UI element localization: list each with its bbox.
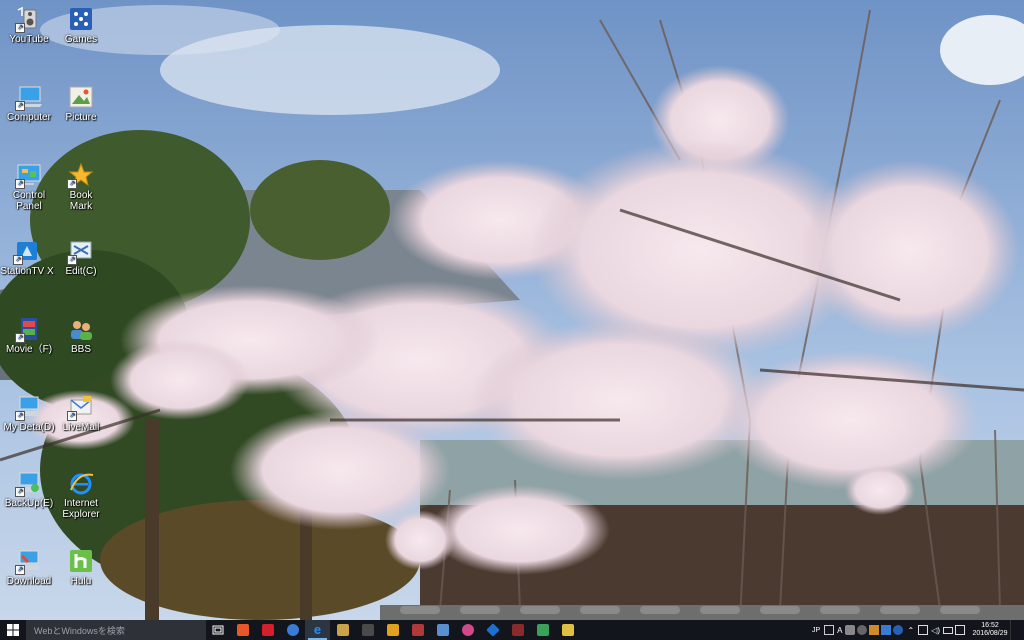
taskbar-app-10[interactable] [455, 620, 480, 640]
help-icon[interactable] [893, 625, 904, 635]
app-icon [536, 624, 549, 636]
edit-icon: ↗ [67, 238, 94, 265]
folder-icon [336, 624, 349, 636]
tray-app-icon[interactable] [881, 625, 892, 635]
star-icon: ↗ [67, 162, 94, 189]
globe-icon [286, 624, 299, 636]
app-icon [236, 624, 249, 636]
clock-time: 16:52 [981, 622, 999, 629]
language-indicator[interactable]: JP [812, 627, 820, 634]
system-tray: JP A ⌃ ◁) 16:52 2016/08/29 [809, 620, 1024, 640]
taskbar-app-13[interactable] [530, 620, 555, 640]
ime-indicator[interactable]: A [837, 626, 842, 635]
control-panel-icon: ↗ [15, 162, 42, 189]
app-icon [461, 624, 474, 636]
stationtv-icon: ↗ [13, 238, 40, 265]
games-icon [68, 6, 94, 32]
desktop-icon-games[interactable]: Games [52, 6, 110, 45]
desktop-icon-edit[interactable]: ↗ Edit(C) [52, 238, 110, 277]
show-desktop-button[interactable] [1010, 620, 1024, 640]
drive-icon: ↗ [15, 394, 42, 421]
clock[interactable]: 16:52 2016/08/29 [970, 622, 1010, 638]
taskbar-app-6[interactable] [355, 620, 380, 640]
desktop-icon-bookmark[interactable]: ↗ Book Mark [52, 162, 110, 212]
app-icon [436, 624, 449, 636]
network-icon[interactable] [918, 625, 929, 635]
volume-icon[interactable]: ◁) [931, 626, 940, 635]
ime-mode-icon[interactable] [845, 625, 856, 635]
media-icon [361, 624, 374, 636]
taskbar: WebとWindowsを検索 e JP A ⌃ ◁) 16:52 2016/08… [0, 620, 1024, 640]
desktop-icon-mydata[interactable]: ↗ My Deta(D) [0, 394, 58, 433]
ime-icon[interactable] [955, 625, 965, 635]
desktop-icon-bbs[interactable]: BBS [52, 316, 110, 355]
taskbar-app-9[interactable] [430, 620, 455, 640]
start-button[interactable] [0, 620, 26, 640]
battery-icon[interactable] [943, 626, 953, 634]
app-icon [485, 623, 500, 637]
speaker-icon: ↗ [15, 6, 42, 33]
folder-icon [561, 624, 574, 636]
people-icon [68, 316, 94, 342]
desktop-icon-picture[interactable]: Picture [52, 84, 110, 123]
picture-icon [68, 84, 94, 110]
desktop-icon-hulu[interactable]: Hulu [52, 548, 110, 587]
backup-icon: ↗ [15, 470, 42, 497]
ie-icon: e [313, 622, 322, 637]
taskbar-app-5[interactable] [330, 620, 355, 640]
mail-icon: ↗ [67, 394, 94, 421]
chevron-up-icon[interactable]: ⌃ [907, 626, 914, 635]
desktop-icon-stationtv[interactable]: ↗ StationTV X [0, 238, 56, 277]
search-placeholder: WebとWindowsを検索 [34, 625, 125, 636]
desktop-icon-download[interactable]: ↗ Download [0, 548, 58, 587]
taskbar-app-8[interactable] [405, 620, 430, 640]
taskbar-app-1[interactable] [230, 620, 255, 640]
desktop-icon-control-panel[interactable]: ↗ Control Panel [0, 162, 58, 212]
ie-icon [68, 470, 94, 496]
task-view-icon [212, 625, 224, 635]
desktop-icon-computer[interactable]: ↗ Computer [0, 84, 58, 123]
taskbar-app-11[interactable] [480, 620, 505, 640]
tray-app-icon[interactable] [869, 625, 880, 635]
desktop-wallpaper [0, 0, 1024, 620]
computer-icon: ↗ [15, 84, 42, 111]
keyboard-icon[interactable] [824, 625, 835, 635]
task-view-button[interactable] [206, 620, 230, 640]
windows-logo-icon [7, 624, 19, 636]
desktop-icon-movie[interactable]: ↗ Movie（F) [0, 316, 58, 355]
taskbar-app-2[interactable] [255, 620, 280, 640]
desktop-icon-youtube[interactable]: ↗ YouTube [0, 6, 58, 45]
desktop-icon-internet-explorer[interactable]: Internet Explorer [52, 470, 110, 520]
settings-icon[interactable] [857, 625, 868, 635]
taskbar-app-3[interactable] [280, 620, 305, 640]
movie-icon: ↗ [15, 316, 42, 343]
download-icon: ↗ [15, 548, 42, 575]
taskbar-app-14[interactable] [555, 620, 580, 640]
desktop-icon-livemail[interactable]: ↗ LiveMail [52, 394, 110, 433]
app-icon [511, 624, 524, 636]
taskbar-app-ie[interactable]: e [305, 620, 330, 640]
taskbar-app-7[interactable] [380, 620, 405, 640]
app-icon [261, 624, 274, 636]
clock-date: 2016/08/29 [972, 630, 1008, 637]
hulu-icon [68, 548, 94, 574]
taskbar-app-12[interactable] [505, 620, 530, 640]
desktop-icon-backup[interactable]: ↗ BackUp(E) [0, 470, 58, 509]
search-input[interactable]: WebとWindowsを検索 [26, 620, 206, 640]
app-icon [411, 624, 424, 636]
app-icon [386, 624, 399, 636]
